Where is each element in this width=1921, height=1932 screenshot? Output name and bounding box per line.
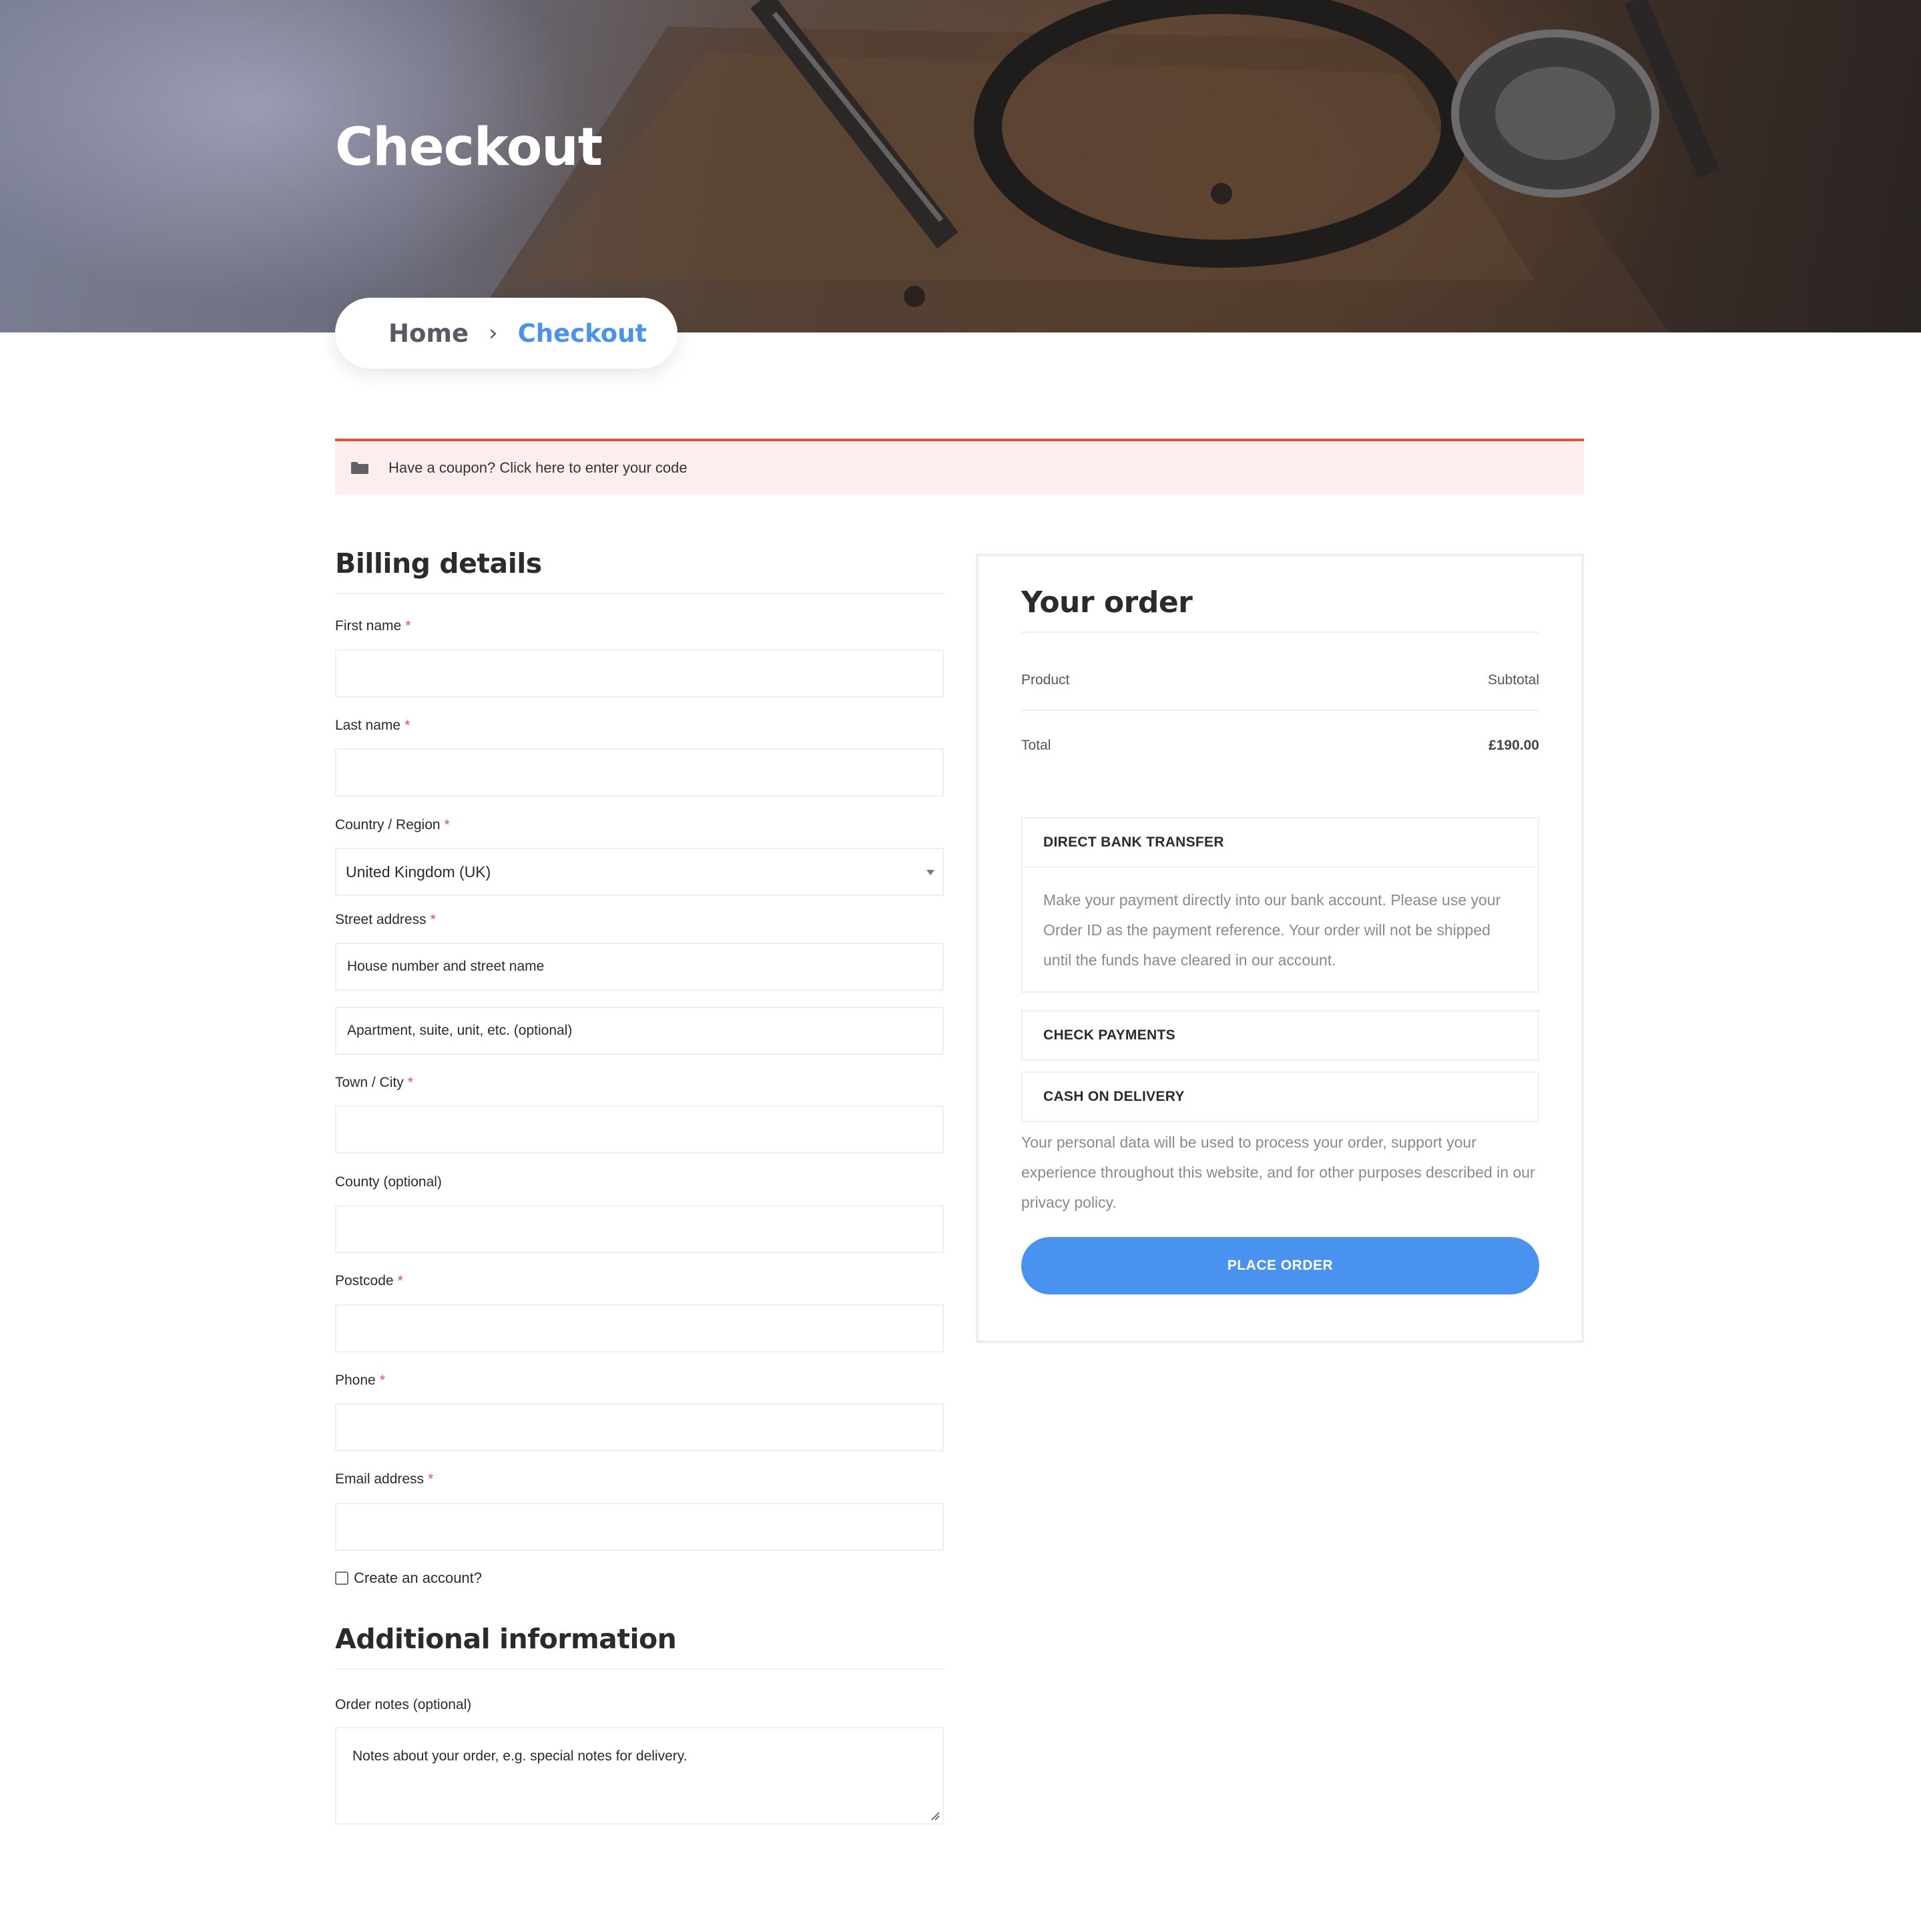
postcode-input[interactable] bbox=[335, 1304, 944, 1353]
breadcrumb-home-link[interactable]: Home bbox=[388, 319, 469, 348]
order-notes-textarea[interactable]: Notes about your order, e.g. special not… bbox=[335, 1727, 944, 1825]
street-address-label: Street address * bbox=[335, 912, 436, 928]
street-address-2-input[interactable]: Apartment, suite, unit, etc. (optional) bbox=[335, 1007, 944, 1055]
phone-input[interactable] bbox=[335, 1403, 944, 1451]
county-label: County (optional) bbox=[335, 1174, 442, 1190]
total-label: Total bbox=[1021, 738, 1051, 753]
city-input[interactable] bbox=[335, 1106, 944, 1154]
hero-stethoscope-image bbox=[467, 0, 1719, 332]
place-order-button[interactable]: PLACE ORDER bbox=[1021, 1237, 1539, 1294]
privacy-notice: Your personal data will be used to proce… bbox=[1021, 1134, 1535, 1211]
first-name-label-text: First name bbox=[335, 618, 402, 634]
create-account-row[interactable]: Create an account? bbox=[335, 1569, 482, 1587]
required-mark: * bbox=[379, 1373, 385, 1388]
order-table-divider bbox=[1021, 710, 1539, 711]
street-address-2-placeholder: Apartment, suite, unit, etc. (optional) bbox=[347, 1023, 573, 1038]
bank-transfer-title[interactable]: DIRECT BANK TRANSFER bbox=[1023, 818, 1538, 867]
hero-banner: Checkout bbox=[0, 0, 1921, 332]
first-name-label: First name * bbox=[335, 618, 410, 634]
order-notes-label: Order notes (optional) bbox=[335, 1697, 472, 1712]
required-mark: * bbox=[407, 1075, 413, 1090]
required-mark: * bbox=[430, 912, 436, 927]
order-total-row: Total £190.00 bbox=[1021, 738, 1539, 754]
product-column-header: Product bbox=[1021, 672, 1070, 688]
phone-label-text: Phone bbox=[335, 1373, 376, 1388]
check-payments-title[interactable]: CHECK PAYMENTS bbox=[1023, 1011, 1538, 1059]
street-address-input[interactable]: House number and street name bbox=[335, 943, 944, 991]
street-address-label-text: Street address bbox=[335, 912, 427, 927]
required-mark: * bbox=[428, 1471, 434, 1487]
order-table-header: Product Subtotal bbox=[1021, 672, 1539, 688]
page-title: Checkout bbox=[335, 117, 603, 178]
payment-method-bank-transfer[interactable]: DIRECT BANK TRANSFER Make your payment d… bbox=[1021, 817, 1539, 993]
breadcrumb-current: Checkout bbox=[517, 318, 647, 348]
payment-method-cod[interactable]: CASH ON DELIVERY bbox=[1021, 1071, 1539, 1122]
your-order-heading: Your order bbox=[1021, 585, 1539, 633]
dropdown-caret-icon bbox=[926, 870, 934, 875]
postcode-label: Postcode * bbox=[335, 1273, 403, 1289]
required-mark: * bbox=[444, 817, 450, 832]
subtotal-column-header: Subtotal bbox=[1487, 672, 1539, 688]
coupon-notice[interactable]: Have a coupon? Click here to enter your … bbox=[335, 439, 1584, 495]
country-select-value: United Kingdom (UK) bbox=[346, 863, 491, 881]
order-review-panel: Your order Product Subtotal Total £190.0… bbox=[976, 553, 1584, 1343]
billing-column: Billing details First name * Last name * C… bbox=[335, 547, 944, 1825]
create-account-label[interactable]: Create an account? bbox=[354, 1569, 482, 1587]
create-account-checkbox[interactable] bbox=[335, 1572, 348, 1585]
additional-information-heading: Additional information bbox=[335, 1623, 944, 1670]
cash-on-delivery-title[interactable]: CASH ON DELIVERY bbox=[1023, 1073, 1538, 1121]
bank-transfer-description: Make your payment directly into our bank… bbox=[1023, 867, 1538, 991]
required-mark: * bbox=[404, 718, 410, 733]
order-notes-placeholder: Notes about your order, e.g. special not… bbox=[352, 1748, 688, 1764]
first-name-input[interactable] bbox=[335, 650, 944, 698]
folder-icon bbox=[351, 462, 368, 474]
breadcrumb: Home › Checkout bbox=[335, 298, 677, 369]
country-select[interactable]: United Kingdom (UK) bbox=[335, 848, 944, 896]
last-name-label: Last name * bbox=[335, 718, 410, 734]
total-value: £190.00 bbox=[1488, 738, 1539, 753]
email-label-text: Email address bbox=[335, 1471, 425, 1487]
coupon-text[interactable]: Have a coupon? Click here to enter your … bbox=[388, 459, 688, 477]
required-mark: * bbox=[405, 618, 411, 634]
email-input[interactable] bbox=[335, 1503, 944, 1551]
required-mark: * bbox=[397, 1273, 403, 1288]
last-name-input[interactable] bbox=[335, 748, 944, 796]
country-label: Country / Region * bbox=[335, 817, 450, 833]
street-address-placeholder: House number and street name bbox=[347, 959, 545, 974]
country-label-text: Country / Region bbox=[335, 817, 441, 832]
city-label-text: Town / City bbox=[335, 1075, 404, 1090]
last-name-label-text: Last name bbox=[335, 718, 401, 733]
resize-handle-icon[interactable] bbox=[930, 1811, 940, 1821]
payment-method-check[interactable]: CHECK PAYMENTS bbox=[1021, 1010, 1539, 1061]
phone-label: Phone * bbox=[335, 1373, 385, 1389]
email-label: Email address * bbox=[335, 1471, 433, 1487]
chevron-right-icon: › bbox=[489, 320, 498, 346]
city-label: Town / City * bbox=[335, 1075, 413, 1091]
billing-details-heading: Billing details bbox=[335, 547, 944, 594]
postcode-label-text: Postcode bbox=[335, 1273, 394, 1288]
county-input[interactable] bbox=[335, 1205, 944, 1253]
